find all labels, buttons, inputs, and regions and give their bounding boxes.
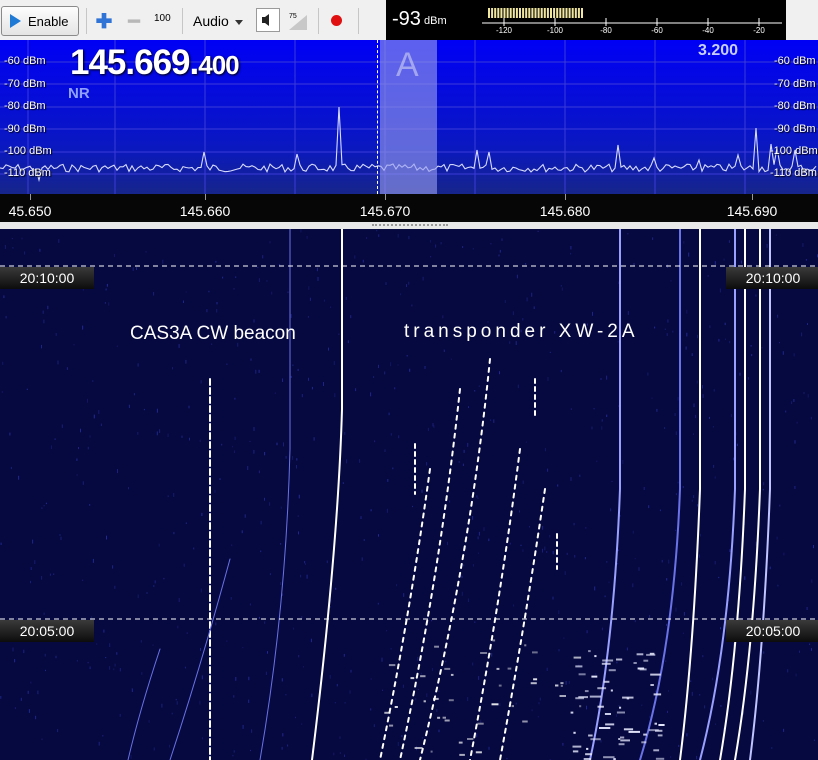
time-marker-right: 20:05:00 xyxy=(726,620,818,642)
s-meter-bar xyxy=(482,8,811,26)
spectrum-panel[interactable]: A -60 dBm -70 dBm -80 dBm -90 dBm -100 d… xyxy=(0,40,818,194)
waterfall-panel[interactable]: 20:10:00 20:10:00 20:05:00 20:05:00 CAS3… xyxy=(0,229,818,760)
frequency-display[interactable]: 145.669.400 xyxy=(70,43,240,83)
dbm-label-right: -90 dBm xyxy=(774,123,816,135)
freq-axis-label: 45.650 xyxy=(8,203,52,219)
s-meter: -93 dBm -120 -100 -80 -60 -40 -20 xyxy=(386,0,811,40)
speaker-icon xyxy=(262,14,269,26)
audio-label: Audio xyxy=(193,13,229,29)
mute-button[interactable] xyxy=(256,8,280,32)
record-button[interactable] xyxy=(331,15,342,26)
signal-level: -93 xyxy=(392,8,421,30)
volume-slider[interactable]: 75 xyxy=(288,11,308,31)
freq-axis-label: 145.670 xyxy=(359,203,411,219)
freq-tick xyxy=(205,194,206,200)
freq-tick xyxy=(385,194,386,200)
volume-value: 75 xyxy=(289,13,297,20)
toolbar-divider xyxy=(358,8,359,34)
dbm-label-left: -70 dBm xyxy=(4,78,46,90)
zoom-value: 100 xyxy=(154,13,171,24)
audio-dropdown[interactable]: Audio xyxy=(193,10,243,32)
dbm-label-left: -100 dBm xyxy=(4,145,52,157)
panel-splitter[interactable] xyxy=(0,222,818,229)
freq-tick xyxy=(752,194,753,200)
zoom-in-icon[interactable]: ✚ xyxy=(95,11,113,33)
enable-button[interactable]: Enable xyxy=(1,6,79,36)
s-meter-scale-label: -120 xyxy=(495,26,513,35)
dbm-label-right: -110 dBm xyxy=(770,167,817,179)
dbm-label-right: -80 dBm xyxy=(774,100,816,112)
splitter-grip-icon xyxy=(372,224,448,228)
transponder-annotation: transponder XW-2A xyxy=(404,321,639,342)
freq-tick xyxy=(565,194,566,200)
s-meter-scale: -120 -100 -80 -60 -40 -20 xyxy=(482,0,811,40)
noise-reduction-label: NR xyxy=(68,85,90,102)
freq-axis-label: 145.690 xyxy=(726,203,778,219)
frequency-main: 145.669. xyxy=(70,43,199,82)
bandwidth-label: 3.200 xyxy=(698,42,739,59)
waterfall-plot xyxy=(0,229,818,760)
dbm-label-left: -60 dBm xyxy=(4,55,46,67)
beacon-annotation: CAS3A CW beacon xyxy=(130,323,296,344)
s-meter-scale-label: -80 xyxy=(600,26,612,35)
dbm-label-right: -100 dBm xyxy=(770,145,818,157)
time-marker-left: 20:05:00 xyxy=(0,620,94,642)
vfo-a-passband[interactable]: A xyxy=(380,40,437,194)
signal-unit: dBm xyxy=(424,15,447,27)
enable-label: Enable xyxy=(28,13,69,29)
toolbar-divider xyxy=(86,8,87,34)
freq-axis-label: 145.660 xyxy=(179,203,231,219)
vfo-a-label: A xyxy=(396,46,419,84)
s-meter-scale-label: -60 xyxy=(651,26,663,35)
time-marker-left: 20:10:00 xyxy=(0,267,94,289)
chevron-down-icon xyxy=(234,19,243,25)
freq-axis-label: 145.680 xyxy=(539,203,591,219)
toolbar-divider xyxy=(182,8,183,34)
volume-level-icon: 75 xyxy=(289,13,307,30)
freq-tick xyxy=(30,194,31,200)
time-marker-right: 20:10:00 xyxy=(726,267,818,289)
vfo-cursor[interactable] xyxy=(377,40,378,194)
frequency-axis[interactable]: 45.650 145.660 145.670 145.680 145.690 xyxy=(0,194,818,222)
s-meter-scale-label: -100 xyxy=(546,26,564,35)
dbm-label-left: -80 dBm xyxy=(4,100,46,112)
dbm-label-right: -70 dBm xyxy=(774,78,816,90)
dbm-label-left: -90 dBm xyxy=(4,123,46,135)
s-meter-scale-label: -20 xyxy=(753,26,765,35)
frequency-sub: 400 xyxy=(198,50,239,80)
dbm-label-left: -110 dBm xyxy=(4,167,51,179)
s-meter-scale-label: -40 xyxy=(702,26,714,35)
play-icon xyxy=(10,14,21,28)
zoom-out-icon[interactable]: ━ xyxy=(126,11,142,33)
toolbar: Enable ✚ ━ 100 Audio 75 -93 dBm -120 -10… xyxy=(0,0,818,41)
toolbar-divider xyxy=(318,8,319,34)
dbm-label-right: -60 dBm xyxy=(774,55,816,67)
